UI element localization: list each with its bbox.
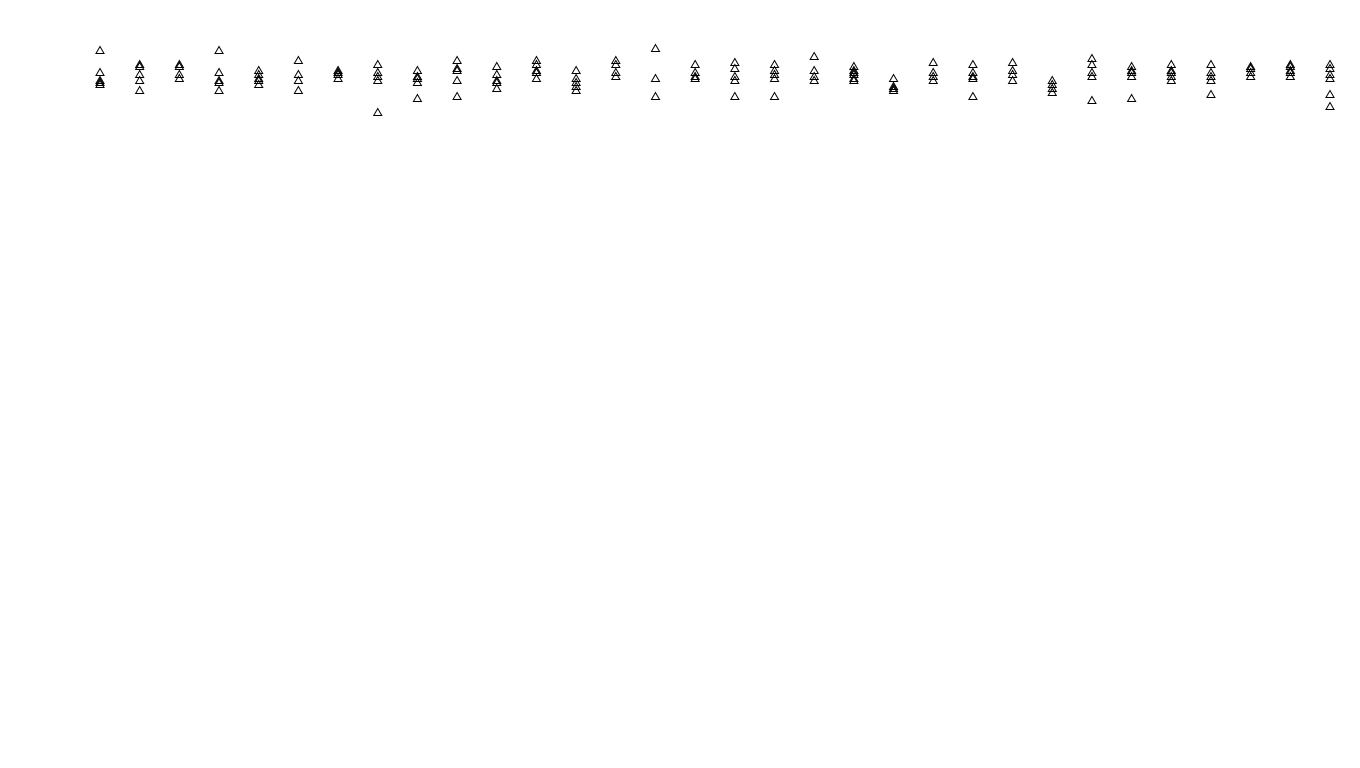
scatter-marker xyxy=(96,69,104,76)
scatter-marker xyxy=(374,61,382,68)
scatter-chart xyxy=(0,0,1360,768)
scatter-marker xyxy=(374,109,382,116)
scatter-marker xyxy=(1009,59,1017,66)
scatter-marker xyxy=(453,93,461,100)
scatter-marker xyxy=(969,61,977,68)
scatter-marker xyxy=(890,75,898,82)
scatter-marker xyxy=(294,57,302,64)
scatter-marker xyxy=(1207,61,1215,68)
scatter-marker xyxy=(731,93,739,100)
scatter-marker xyxy=(136,87,144,94)
scatter-marker xyxy=(1207,91,1215,98)
scatter-marker xyxy=(770,93,778,100)
scatter-marker xyxy=(294,87,302,94)
scatter-marker xyxy=(1088,97,1096,104)
scatter-marker xyxy=(215,47,223,54)
scatter-marker xyxy=(810,53,818,60)
scatter-marker xyxy=(929,59,937,66)
scatter-marker xyxy=(691,61,699,68)
scatter-marker xyxy=(1326,103,1334,110)
scatter-marker xyxy=(453,77,461,84)
scatter-marker xyxy=(651,75,659,82)
scatter-marker xyxy=(413,95,421,102)
scatter-marker xyxy=(969,93,977,100)
scatter-marker xyxy=(651,93,659,100)
scatter-marker xyxy=(1326,91,1334,98)
scatter-marker xyxy=(572,67,580,74)
scatter-marker xyxy=(493,63,501,70)
scatter-marker xyxy=(215,69,223,76)
scatter-marker xyxy=(453,57,461,64)
scatter-marker xyxy=(96,47,104,54)
scatter-marker xyxy=(651,45,659,52)
scatter-marker xyxy=(1128,95,1136,102)
scatter-marker xyxy=(215,87,223,94)
